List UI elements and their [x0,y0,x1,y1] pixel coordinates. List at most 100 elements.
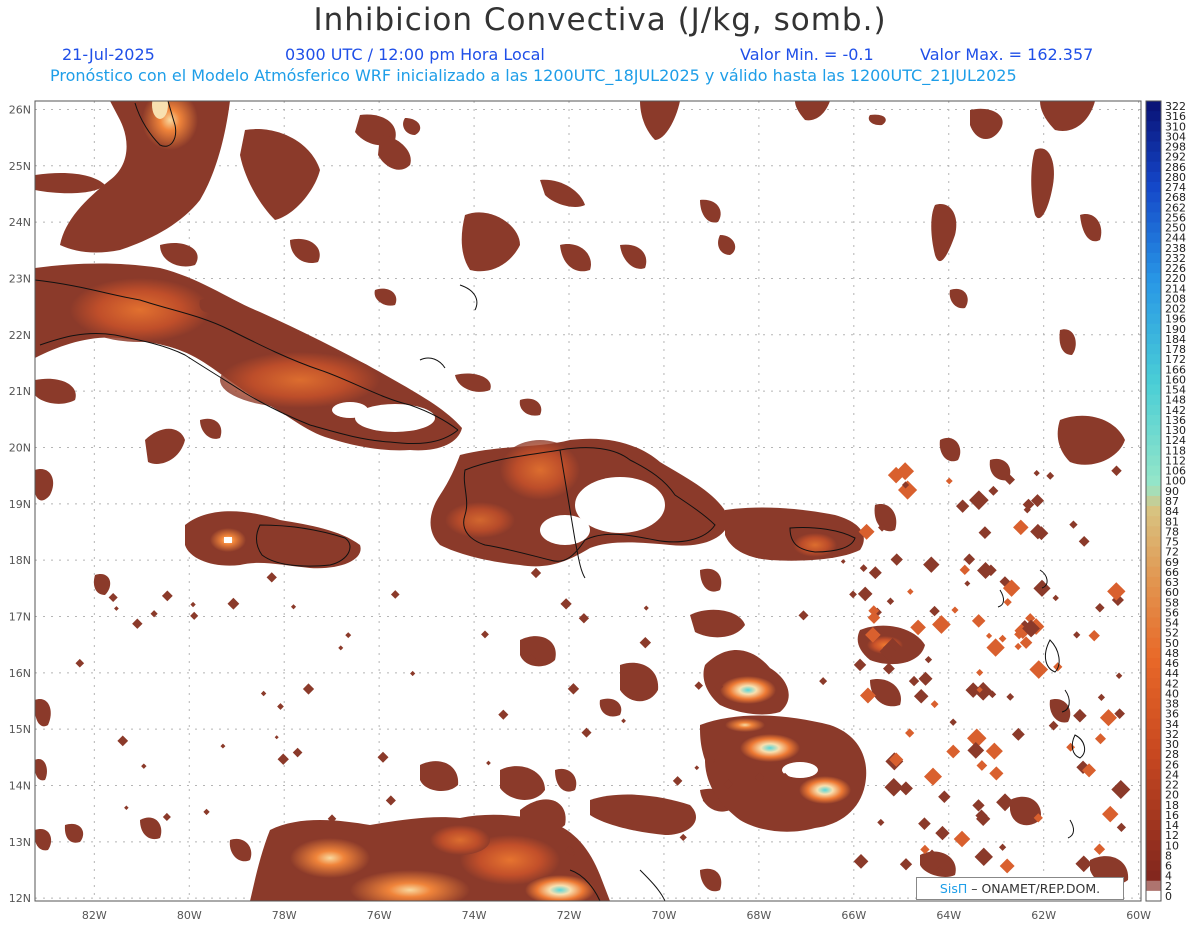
lat-label: 23N [9,272,31,285]
cin-cell [972,799,985,812]
cin-cell [274,735,279,740]
colorbar-swatch [1146,728,1161,740]
map-canvas: 26N 25N 24N 23N 22N 21N 20N 19N 18N 17N 16N 15N 14N 1… [9,100,1186,922]
cin-cell [935,825,950,841]
cin-field [35,101,1131,901]
colorbar-label: 0 [1165,890,1172,903]
cin-cell [977,562,994,579]
cin-cell [945,477,953,485]
lon-label: 68W [746,909,771,922]
cin-region-puerto-rico [725,507,864,561]
colorbar-swatch [1146,708,1161,720]
cin-cell [932,615,951,634]
cin-cell [886,597,895,605]
colorbar-swatch [1146,242,1161,254]
cin-cell [988,485,999,496]
cin-cell [672,776,683,786]
colorbar-swatch [1146,536,1161,548]
colorbar-swatch [1146,212,1161,224]
colorbar-swatch [1146,566,1161,578]
cin-cell [1111,465,1122,476]
cin-cell [338,645,344,651]
colorbar-swatch [1146,506,1161,517]
cin-cell [161,590,173,602]
cin-cell [1003,598,1012,607]
lat-label: 18N [9,554,31,567]
lat-label: 25N [9,160,31,173]
cin-cell [266,572,277,583]
colorbar-swatch [1146,404,1161,416]
lat-label: 19N [9,498,31,511]
cin-cell [679,833,687,842]
cin-cell [1011,727,1025,741]
cin-cell [1048,720,1059,731]
colorbar-swatch [1146,465,1161,477]
cin-cell [1006,692,1015,701]
colorbar-swatch [1146,819,1161,831]
colorbar-swatch [1146,202,1161,213]
cin-cell [1046,471,1055,480]
colorbar-swatch [1146,516,1161,527]
lat-label: 20N [9,441,31,454]
cin-cell [959,564,970,576]
cin-cell [998,634,1007,643]
cin-cell [292,747,303,758]
cin-cell [1033,579,1051,597]
cin-cell [923,556,940,573]
cin-cell [868,566,882,580]
cin-cell [277,703,284,710]
lat-label: 13N [9,836,31,849]
cin-cell [899,858,913,871]
cin-cell [849,590,857,599]
cin-cell [290,604,297,610]
colorbar-swatch [1146,749,1161,760]
colorbar-swatch [1146,809,1161,821]
cin-cell [819,677,828,686]
cin-cell [963,553,976,566]
cin-cell [639,636,652,649]
cin-cell [853,854,869,869]
cin-cell [1093,843,1106,855]
cin-cell [141,763,147,769]
cin-cell [857,586,873,602]
colorbar-swatch [1146,141,1161,153]
cin-cell [1066,742,1076,752]
lon-label: 82W [82,909,107,922]
cin-cell [581,727,592,738]
cin-cell [377,751,389,763]
cin-cell [530,567,542,579]
lon-label: 74W [462,909,487,922]
cin-cell [1019,636,1033,649]
colorbar-swatch [1146,576,1161,588]
cin-cell [108,592,118,603]
cin-cell [910,619,926,636]
cin-cell [969,490,989,510]
colorbar-swatch [1146,556,1161,568]
colorbar-swatch [1146,364,1161,375]
cin-cell [898,480,918,500]
colorbar-swatch [1146,597,1161,608]
cin-cell [908,675,920,687]
cin-cell [162,812,171,821]
cin-cell [918,817,931,830]
cin-cell [1088,629,1100,642]
cin-cell [953,830,971,848]
colorbar-swatch [1146,151,1161,163]
cin-cell [877,818,885,827]
cin-cell [1078,535,1090,547]
cin-cell [694,765,700,771]
cin-cell [578,613,590,624]
colorbar-swatch [1146,657,1161,669]
cin-cell [560,598,572,610]
lat-label: 15N [9,723,31,736]
colorbar-swatch [1146,111,1161,122]
colorbar-swatch [1146,688,1161,699]
cin-cell [985,742,1003,760]
cin-cell [999,858,1015,874]
lat-label: 26N [9,103,31,116]
cin-cell [190,611,199,620]
cin-cell [117,735,129,747]
colorbar-swatch [1146,678,1161,689]
colorbar-swatch [1146,252,1161,264]
colorbar-swatch [1146,870,1161,882]
